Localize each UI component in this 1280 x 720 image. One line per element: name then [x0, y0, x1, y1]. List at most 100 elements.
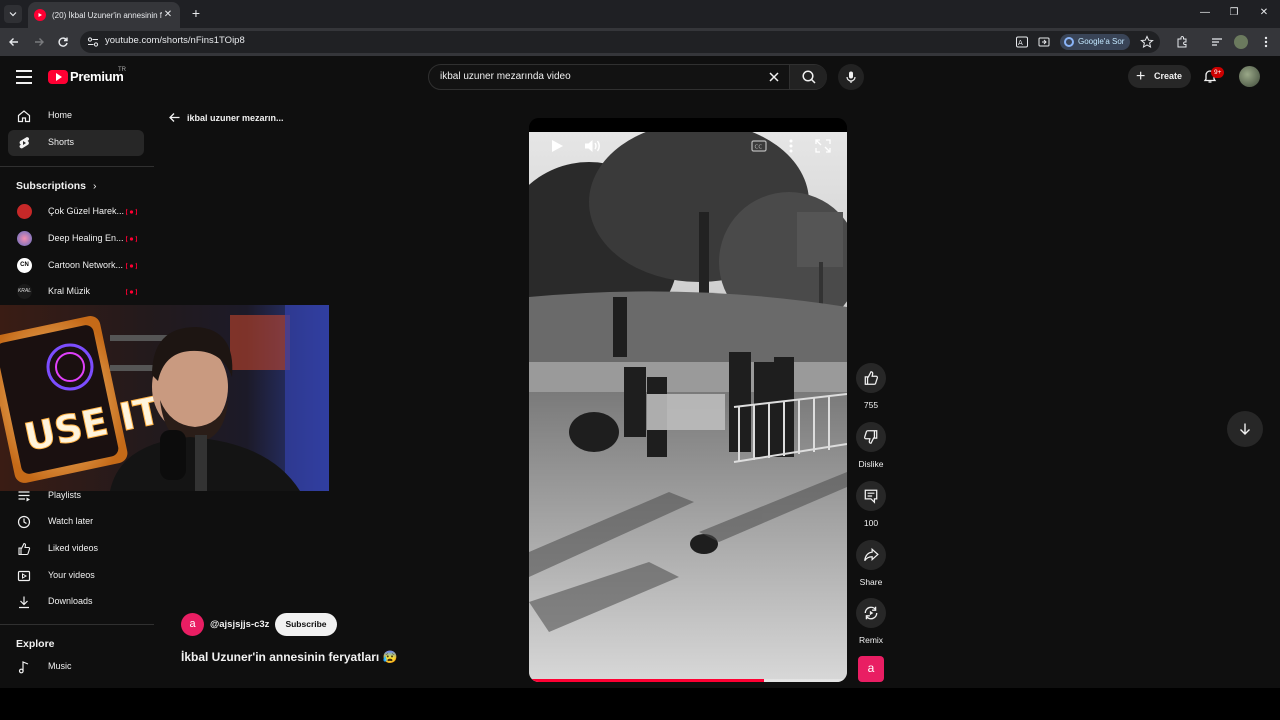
channel-avatar-button[interactable]: a: [858, 656, 884, 682]
browser-profile-avatar[interactable]: [1234, 35, 1248, 49]
close-window-icon[interactable]: ✕: [1257, 6, 1271, 20]
download-icon: [19, 596, 29, 609]
sidebar-item-liked-videos[interactable]: Liked videos: [8, 536, 144, 562]
remix-label: Remix: [858, 635, 884, 645]
bookmark-star-icon[interactable]: [1140, 35, 1154, 49]
svg-text:CC: CC: [755, 145, 763, 151]
sidebar-item-your-videos[interactable]: Your videos: [8, 563, 144, 589]
browser-tab-active[interactable]: (20) İkbal Uzuner'in annesinin f ✕: [28, 2, 180, 28]
explore-heading: Explore: [16, 638, 55, 650]
clear-search-icon[interactable]: [767, 70, 781, 84]
next-video-button[interactable]: [1227, 411, 1263, 447]
like-icon: [18, 542, 31, 556]
kral-logo: KRAL: [17, 284, 32, 299]
captions-icon[interactable]: CC: [749, 138, 769, 154]
more-vertical-icon[interactable]: [781, 138, 801, 154]
translate-icon[interactable]: A: [1015, 35, 1029, 49]
youtube-premium-logo[interactable]: Premium TR: [48, 67, 126, 84]
video-frame: [529, 132, 847, 682]
address-bar[interactable]: youtube.com/shorts/nFins1TOip8 A Google'…: [80, 31, 1160, 53]
search-box[interactable]: ikbal uzuner mezarında video: [428, 64, 827, 90]
channel-avatar: [17, 204, 32, 219]
subscription-item[interactable]: KRAL Kral Müzik: [8, 279, 144, 305]
fullscreen-icon[interactable]: [813, 138, 833, 154]
subscription-item[interactable]: Deep Healing En...: [8, 226, 144, 252]
search-button[interactable]: [789, 65, 827, 89]
new-tab-button[interactable]: +: [188, 5, 204, 21]
subscriptions-heading[interactable]: Subscriptions ›: [16, 180, 96, 192]
clock-icon: [17, 515, 31, 529]
sidebar-item-watch-later[interactable]: Watch later: [8, 509, 144, 535]
site-info-icon[interactable]: [86, 35, 100, 49]
remix-icon: [864, 606, 878, 620]
tab-search-button[interactable]: [4, 5, 22, 23]
youtube-logo-icon: [48, 69, 68, 84]
country-code: TR: [118, 67, 126, 73]
sidebar-item-shorts[interactable]: Shorts: [8, 130, 144, 156]
subscription-item[interactable]: CN Cartoon Network...: [8, 253, 144, 279]
url-text: youtube.com/shorts/nFins1TOip8: [105, 35, 245, 46]
browser-toolbar: youtube.com/shorts/nFins1TOip8 A Google'…: [0, 28, 1280, 56]
share-button[interactable]: Share: [854, 540, 888, 587]
live-indicator-icon: [126, 208, 137, 216]
voice-search-button[interactable]: [838, 64, 864, 90]
channel-avatar[interactable]: a: [181, 613, 204, 636]
minimize-icon[interactable]: —: [1198, 6, 1212, 20]
search-input[interactable]: ikbal uzuner mezarında video: [440, 71, 571, 82]
comment-icon: [864, 489, 878, 504]
shorts-icon: [19, 137, 30, 149]
extensions-icon[interactable]: [1175, 35, 1189, 49]
subscribe-button[interactable]: Subscribe: [275, 613, 337, 636]
dislike-button[interactable]: Dislike: [854, 422, 888, 469]
youtube-app: Premium TR ikbal uzuner mezarında video …: [0, 56, 1280, 688]
shorts-video-player[interactable]: CC: [529, 118, 847, 682]
restore-icon[interactable]: ❐: [1227, 6, 1241, 20]
reading-list-icon[interactable]: [1210, 35, 1224, 49]
cast-icon[interactable]: [1037, 35, 1051, 49]
play-icon[interactable]: [547, 138, 567, 154]
menu-icon[interactable]: [16, 70, 32, 84]
forward-arrow-icon[interactable]: [31, 34, 47, 50]
youtube-favicon-icon: [34, 9, 46, 21]
remix-button[interactable]: Remix: [854, 598, 888, 645]
channel-handle[interactable]: @ajsjsjjs-c3z: [210, 619, 269, 630]
back-to-search[interactable]: ikbal uzuner mezarın...: [168, 111, 284, 124]
home-icon: [17, 110, 31, 123]
chevron-down-icon: [9, 12, 17, 17]
notification-badge: 9+: [1211, 67, 1225, 78]
video-progress-bar[interactable]: [529, 679, 847, 682]
thumbs-up-icon: [864, 371, 879, 385]
create-button[interactable]: + Create: [1128, 65, 1191, 88]
sidebar-divider: [0, 624, 154, 625]
comments-button[interactable]: 100: [854, 481, 888, 528]
reload-icon[interactable]: [55, 34, 71, 50]
back-arrow-icon: [169, 113, 180, 122]
cartoon-network-logo: CN: [17, 258, 32, 273]
live-indicator-icon: [126, 235, 137, 243]
live-indicator-icon: [126, 288, 137, 296]
browser-tabstrip: (20) İkbal Uzuner'in annesinin f ✕ + — ❐…: [0, 0, 1280, 28]
back-arrow-icon[interactable]: [6, 34, 22, 50]
like-count: 755: [863, 400, 879, 410]
sidebar-item-downloads[interactable]: Downloads: [8, 589, 144, 615]
sidebar-item-music[interactable]: Music: [8, 654, 144, 680]
svg-text:A: A: [1018, 39, 1023, 47]
close-tab-icon[interactable]: ✕: [162, 9, 174, 21]
google-lens-icon: [1064, 37, 1074, 47]
google-sor-button[interactable]: Google'a Sor: [1060, 34, 1131, 50]
subscription-item[interactable]: Çok Güzel Harek...: [8, 199, 144, 225]
more-vertical-icon[interactable]: [1259, 35, 1273, 49]
dislike-label: Dislike: [858, 459, 884, 469]
video-progress-fill: [529, 679, 765, 682]
video-title: İkbal Uzuner'in annesinin feryatları 😰: [181, 650, 398, 664]
chevron-right-icon: ›: [92, 180, 97, 192]
like-button[interactable]: 755: [854, 363, 888, 410]
sidebar-item-home[interactable]: Home: [8, 103, 144, 129]
channel-info: a @ajsjsjjs-c3z Subscribe: [181, 613, 337, 636]
playlist-icon: [18, 491, 30, 502]
account-avatar[interactable]: [1239, 66, 1260, 87]
volume-icon[interactable]: [583, 138, 603, 154]
live-indicator-icon: [126, 262, 137, 270]
plus-icon: +: [1136, 68, 1146, 85]
thumbs-down-icon: [863, 430, 878, 444]
